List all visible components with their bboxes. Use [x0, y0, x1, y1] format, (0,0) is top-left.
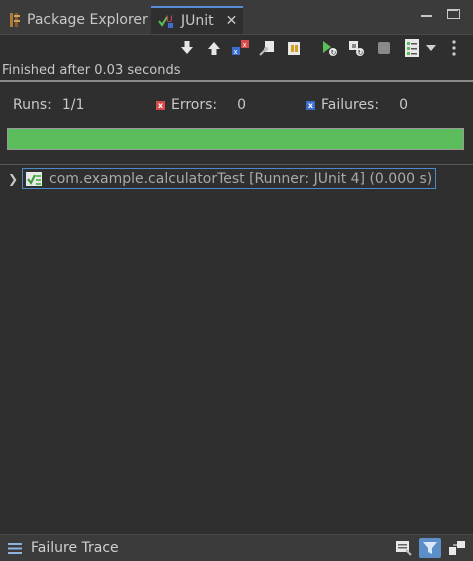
show-skipped-icon[interactable]: [284, 38, 304, 58]
test-suite-passed-icon: [26, 171, 42, 186]
compare-result-icon[interactable]: [393, 538, 415, 558]
junit-toolbar: x x ↻ ↻: [0, 35, 473, 61]
filter-stack-trace-icon[interactable]: [419, 538, 441, 558]
list-icon: [8, 543, 22, 554]
failure-icon: x: [306, 100, 315, 110]
status-message: Finished after 0.03 seconds: [2, 63, 181, 78]
close-icon[interactable]: ✕: [226, 13, 238, 29]
tab-package-explorer[interactable]: Package Explorer: [9, 6, 148, 33]
minimize-icon[interactable]: [421, 11, 432, 17]
runs-counter: Runs: 1/1: [13, 97, 84, 113]
tab-label: Package Explorer: [27, 11, 148, 28]
view-menu-icon[interactable]: [447, 38, 461, 58]
failures-label: Failures:: [321, 97, 380, 113]
rerun-failures-first-icon[interactable]: ↻: [346, 38, 366, 58]
divider: [0, 80, 473, 82]
error-icon: x: [156, 100, 165, 110]
dropdown-icon[interactable]: [424, 38, 438, 58]
runs-label: Runs:: [13, 97, 52, 113]
next-failure-icon[interactable]: [177, 38, 197, 58]
test-suite-label: com.example.calculatorTest [Runner: JUni…: [49, 170, 433, 187]
maximize-icon[interactable]: [447, 9, 460, 19]
tree-row[interactable]: ❯ com.example.calculatorTest [Runner: JU…: [8, 168, 437, 189]
chevron-right-icon[interactable]: ❯: [8, 172, 20, 186]
copy-trace-icon[interactable]: [446, 538, 468, 558]
tab-label: JUnit: [181, 13, 214, 29]
errors-counter: x Errors: 0: [156, 97, 246, 113]
progress-fill: [8, 129, 463, 149]
svg-text:↻: ↻: [331, 49, 337, 57]
package-explorer-icon: [10, 12, 20, 27]
runs-value: 1/1: [61, 97, 85, 113]
svg-text:x: x: [234, 48, 238, 56]
previous-failure-icon[interactable]: [204, 38, 224, 58]
junit-icon: U: [158, 15, 173, 28]
failure-trace-bar: Failure Trace: [0, 534, 473, 561]
stop-icon[interactable]: [374, 38, 394, 58]
progress-bar: [7, 128, 464, 150]
errors-label: Errors:: [171, 97, 218, 113]
svg-text:↻: ↻: [358, 49, 364, 57]
rerun-icon[interactable]: ↻: [319, 38, 339, 58]
failure-trace-title: Failure Trace: [31, 540, 119, 556]
failures-value: 0: [399, 97, 408, 113]
scroll-lock-icon[interactable]: [257, 38, 277, 58]
failures-counter: x Failures: 0: [306, 97, 408, 113]
divider: [0, 164, 473, 165]
show-failures-only-icon[interactable]: x x: [230, 38, 250, 58]
tab-junit[interactable]: U JUnit ✕: [151, 6, 243, 34]
test-run-history-icon[interactable]: [402, 38, 422, 58]
view-tab-bar: Package Explorer U JUnit ✕: [0, 0, 473, 35]
test-suite-item[interactable]: com.example.calculatorTest [Runner: JUni…: [22, 168, 437, 189]
errors-value: 0: [237, 97, 247, 113]
svg-text:x: x: [243, 41, 247, 49]
